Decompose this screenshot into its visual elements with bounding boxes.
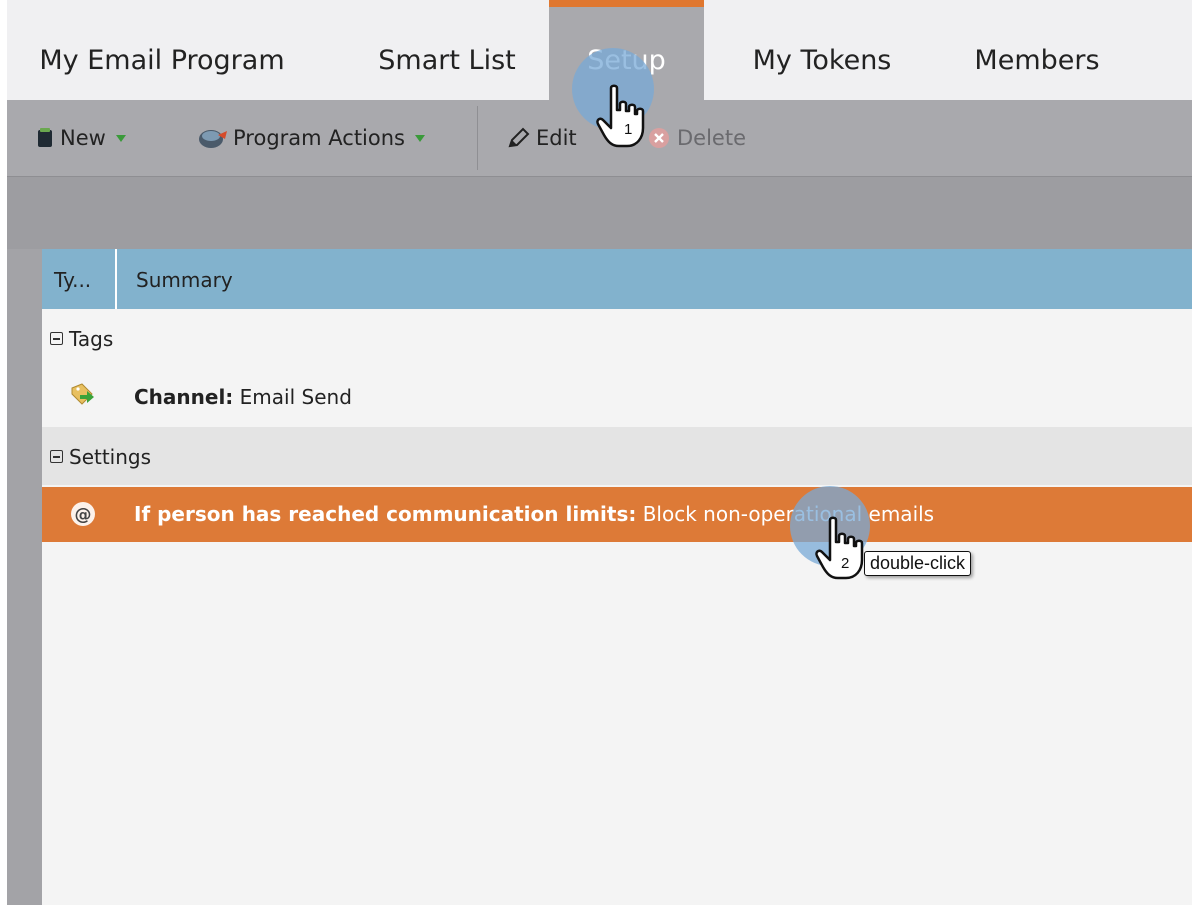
hand-cursor-icon: [815, 516, 864, 580]
table-row[interactable]: Channel: Email Send: [42, 367, 1192, 425]
program-actions-icon: [199, 130, 227, 148]
tag-icon: [71, 383, 94, 405]
tab-my-tokens[interactable]: My Tokens: [727, 0, 917, 100]
grid-header: Ty... Summary: [42, 249, 1192, 309]
program-actions-label: Program Actions: [233, 126, 405, 150]
new-label: New: [60, 126, 106, 150]
collapse-icon[interactable]: [50, 332, 63, 345]
group-label: Settings: [69, 445, 152, 469]
table-row-selected[interactable]: @ If person has reached communication li…: [42, 487, 1192, 542]
step-number-2: 2: [841, 555, 850, 572]
setup-grid: Ty... Summary Tags Channel: Email Send S…: [42, 249, 1192, 905]
at-sign-icon: @: [71, 502, 95, 526]
group-row-settings[interactable]: Settings: [42, 427, 1192, 485]
row-value: Block non-operational emails: [642, 502, 935, 526]
collapse-icon[interactable]: [50, 450, 63, 463]
pencil-icon: [508, 127, 530, 148]
group-label: Tags: [69, 327, 114, 351]
double-click-callout: double-click: [864, 551, 972, 576]
program-actions-dropdown-arrow-icon: [415, 134, 425, 142]
edit-button[interactable]: Edit: [507, 100, 577, 176]
new-dropdown-arrow-icon: [115, 134, 126, 142]
step-number-1: 1: [624, 121, 633, 138]
svg-text:@: @: [75, 505, 92, 525]
tab-my-email-program[interactable]: My Email Program: [7, 0, 317, 100]
tab-smart-list[interactable]: Smart List: [352, 0, 542, 100]
group-row-tags[interactable]: Tags: [42, 309, 1192, 367]
delete-x-icon: [649, 128, 669, 148]
column-header-type[interactable]: Ty...: [42, 249, 117, 309]
delete-label: Delete: [677, 126, 746, 150]
edit-label: Edit: [536, 126, 577, 150]
row-text: Channel: Email Send: [134, 367, 352, 427]
content-header-band: [7, 177, 1192, 249]
tab-members[interactable]: Members: [952, 0, 1122, 100]
new-button[interactable]: New: [37, 100, 126, 176]
toolbar-divider: [477, 106, 478, 170]
program-actions-button[interactable]: Program Actions: [197, 100, 425, 176]
column-header-summary[interactable]: Summary: [136, 249, 233, 309]
row-label: Channel:: [134, 385, 234, 409]
new-document-icon: [38, 128, 52, 147]
left-panel-strip: [7, 249, 42, 905]
row-label: If person has reached communication limi…: [134, 502, 637, 526]
delete-button[interactable]: Delete: [647, 100, 746, 176]
hand-cursor-icon: [596, 84, 645, 148]
row-value: Email Send: [239, 385, 352, 409]
